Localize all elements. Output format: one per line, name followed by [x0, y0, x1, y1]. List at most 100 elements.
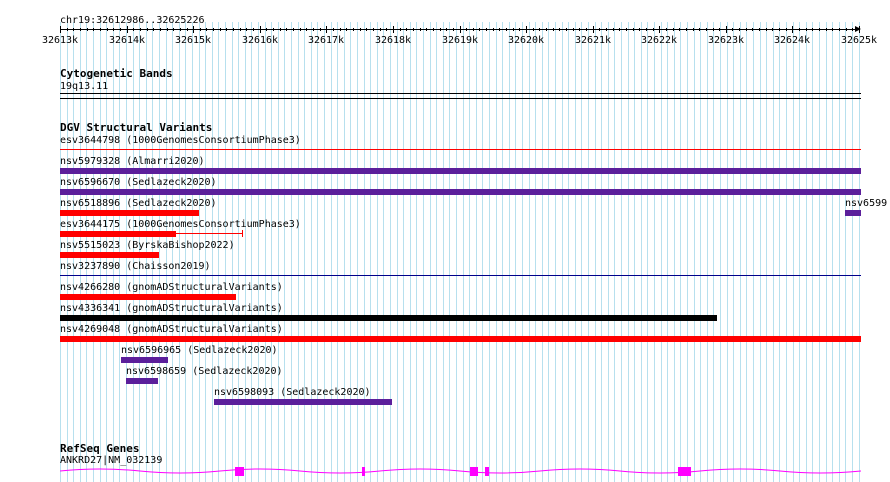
- ruler-minor-tick: [786, 28, 787, 31]
- ruler-minor-tick: [826, 28, 827, 31]
- variant-feature-esv3644175[interactable]: [60, 231, 176, 237]
- ruler-minor-tick: [499, 28, 500, 31]
- ruler-minor-tick: [593, 28, 594, 31]
- ruler-minor-tick: [772, 28, 773, 31]
- variant-feature-esv3644798[interactable]: [60, 149, 861, 150]
- ruler-minor-tick: [147, 28, 148, 31]
- variant-feature-nsv4336341[interactable]: [60, 315, 717, 321]
- gene-model-ankrd27[interactable]: [60, 462, 861, 478]
- ruler-minor-tick: [533, 28, 534, 31]
- ruler-minor-tick: [393, 28, 394, 31]
- ruler-minor-tick: [380, 28, 381, 31]
- track-title-cytoband[interactable]: Cytogenetic Bands: [60, 68, 173, 80]
- grid-line: [753, 22, 754, 482]
- grid-line: [588, 22, 589, 482]
- ruler-tick-label: 32624k: [773, 35, 811, 46]
- ruler-minor-tick: [346, 28, 347, 31]
- ruler-minor-tick: [453, 28, 454, 31]
- variant-feature-nsv5515023[interactable]: [60, 252, 159, 258]
- grid-line: [740, 22, 741, 482]
- ruler-minor-tick: [606, 28, 607, 31]
- grid-line: [555, 22, 556, 482]
- grid-line: [581, 22, 582, 482]
- grid-line: [680, 22, 681, 482]
- grid-line: [575, 22, 576, 482]
- ruler-minor-tick: [852, 28, 853, 31]
- grid-line: [614, 22, 615, 482]
- cytoband-bar[interactable]: [60, 93, 861, 99]
- ruler-minor-tick: [320, 28, 321, 31]
- ruler-minor-tick: [353, 28, 354, 31]
- grid-line: [529, 22, 530, 482]
- grid-line: [205, 22, 206, 482]
- grid-line: [852, 22, 853, 482]
- grid-line: [218, 22, 219, 482]
- ruler-minor-tick: [107, 28, 108, 31]
- ruler-minor-tick: [732, 28, 733, 31]
- grid-line: [291, 22, 292, 482]
- ruler-minor-tick: [739, 28, 740, 31]
- variant-feature-nsv4266280[interactable]: [60, 294, 236, 300]
- ruler-minor-tick: [120, 28, 121, 31]
- ruler-minor-tick: [699, 28, 700, 31]
- ruler-minor-tick: [273, 28, 274, 31]
- variant-feature-nsv4269048[interactable]: [60, 336, 861, 342]
- ruler-minor-tick: [406, 28, 407, 31]
- track-title-refseq[interactable]: RefSeq Genes: [60, 443, 139, 455]
- ruler-minor-tick: [440, 28, 441, 31]
- variant-whisker: [176, 233, 242, 234]
- grid-line: [403, 22, 404, 482]
- ruler-tick-label: 32613k: [41, 35, 79, 46]
- grid-line: [350, 22, 351, 482]
- ruler-minor-tick: [80, 28, 81, 31]
- grid-line: [463, 22, 464, 482]
- grid-line: [496, 22, 497, 482]
- grid-line: [251, 22, 252, 482]
- ruler-minor-tick: [779, 28, 780, 31]
- ruler-minor-tick: [752, 28, 753, 31]
- grid-line: [423, 22, 424, 482]
- ruler-minor-tick: [286, 28, 287, 31]
- variant-feature-nsv5979328[interactable]: [60, 168, 861, 174]
- grid-line: [331, 22, 332, 482]
- ruler-minor-tick: [433, 28, 434, 31]
- grid-line: [568, 22, 569, 482]
- variant-label: nsv4336341 (gnomADStructuralVariants): [60, 303, 283, 314]
- ruler-minor-tick: [486, 28, 487, 31]
- track-title-dgv[interactable]: DGV Structural Variants: [60, 122, 212, 134]
- ruler-minor-tick: [213, 28, 214, 31]
- ruler-minor-tick: [193, 28, 194, 31]
- ruler-minor-tick: [360, 28, 361, 31]
- ruler-minor-tick: [313, 28, 314, 31]
- variant-whisker-end: [242, 230, 243, 237]
- grid-line: [232, 22, 233, 482]
- grid-line: [383, 22, 384, 482]
- variant-feature-nsv6599[interactable]: [845, 210, 861, 216]
- ruler-minor-tick: [812, 28, 813, 31]
- ruler-minor-tick: [646, 28, 647, 31]
- ruler-minor-tick: [619, 28, 620, 31]
- grid-line: [700, 22, 701, 482]
- variant-feature-nsv6596965[interactable]: [121, 357, 168, 363]
- variant-label: nsv4269048 (gnomADStructuralVariants): [60, 324, 283, 335]
- variant-feature-nsv6598093[interactable]: [214, 399, 392, 405]
- grid-line: [298, 22, 299, 482]
- variant-feature-nsv6596670[interactable]: [60, 189, 861, 195]
- ruler-tick-label: 32623k: [707, 35, 745, 46]
- ruler-minor-tick: [706, 28, 707, 31]
- variant-label: nsv6596965 (Sedlazeck2020): [121, 345, 278, 356]
- grid-line: [707, 22, 708, 482]
- grid-line: [364, 22, 365, 482]
- ruler-minor-tick: [127, 28, 128, 31]
- variant-feature-nsv6518896[interactable]: [60, 210, 199, 216]
- ruler-tick-label: 32618k: [374, 35, 412, 46]
- ruler-tick-label: 32621k: [574, 35, 612, 46]
- ruler-minor-tick: [206, 28, 207, 31]
- variant-label: nsv4266280 (gnomADStructuralVariants): [60, 282, 283, 293]
- ruler-minor-tick: [260, 28, 261, 31]
- variant-feature-nsv6598659[interactable]: [126, 378, 158, 384]
- grid-line: [535, 22, 536, 482]
- variant-feature-nsv3237890[interactable]: [60, 275, 861, 276]
- ruler-minor-tick: [626, 28, 627, 31]
- grid-line: [489, 22, 490, 482]
